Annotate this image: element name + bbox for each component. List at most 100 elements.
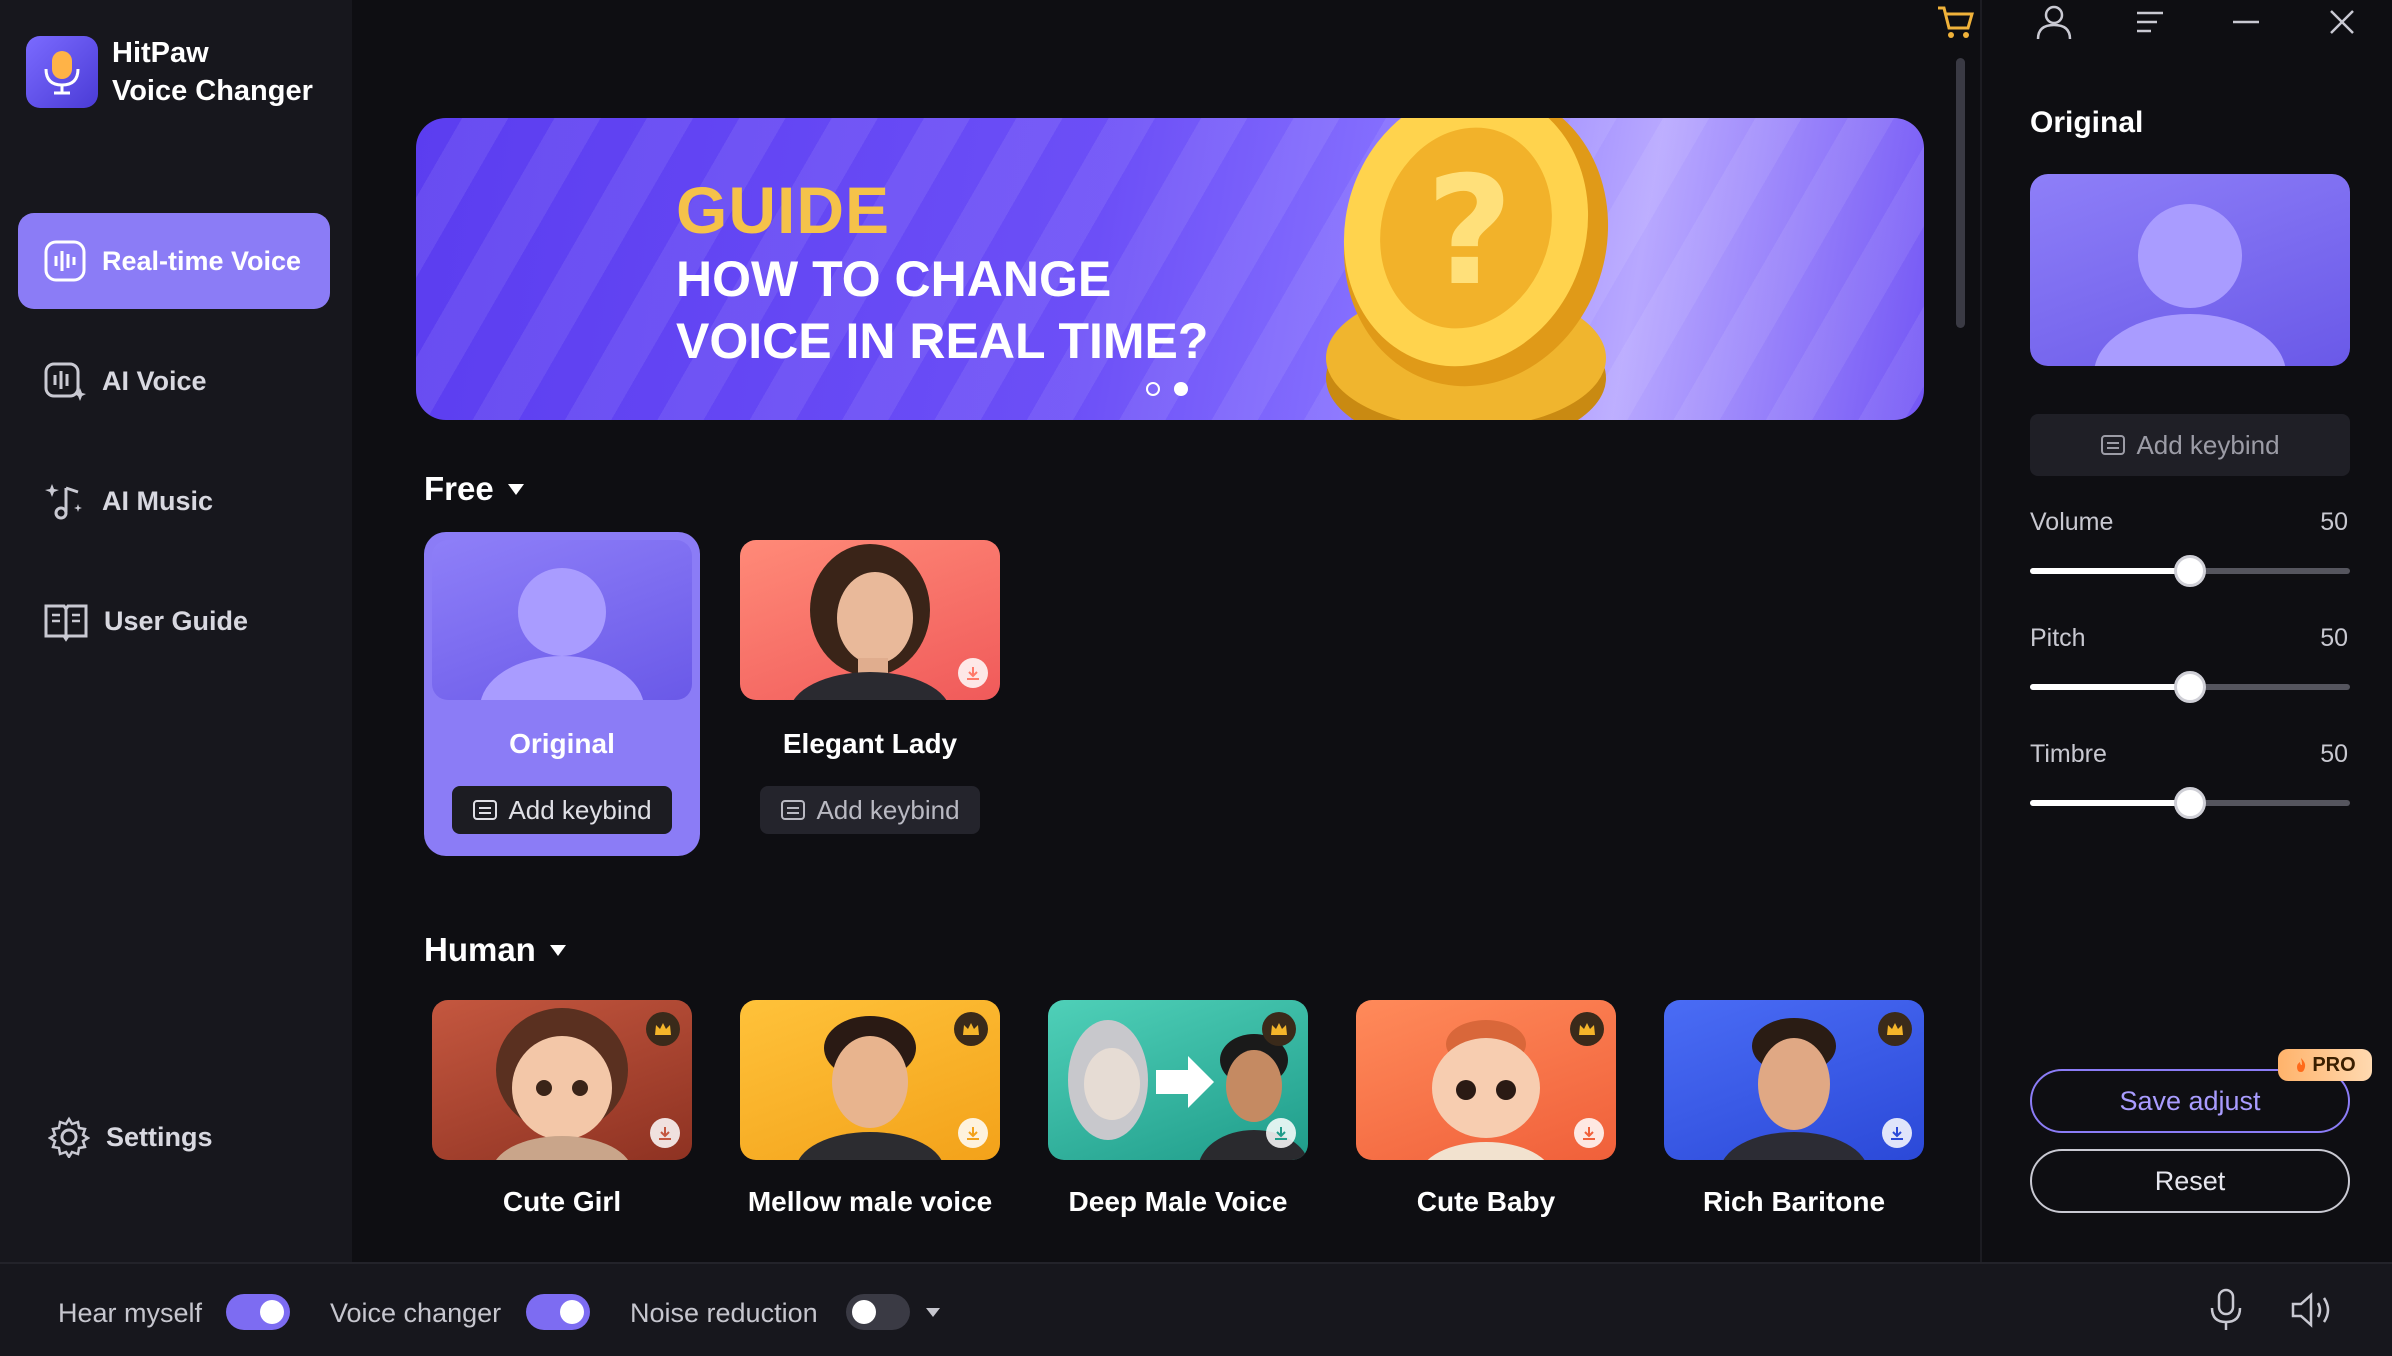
- hear-myself-toggle[interactable]: [226, 1294, 290, 1330]
- add-keybind-label: Add keybind: [816, 794, 960, 825]
- music-sparkle-icon: [45, 484, 82, 520]
- cart-button[interactable]: [1926, 0, 1986, 44]
- microphone-button[interactable]: [2208, 1288, 2244, 1337]
- app-name-line2: Voice Changer: [112, 75, 313, 107]
- banner-headline-line1: HOW TO CHANGE: [676, 251, 1112, 307]
- crown-icon: [1878, 1012, 1912, 1046]
- sidebar-item-label: User Guide: [104, 605, 249, 636]
- section-human-title: Human: [424, 931, 536, 968]
- book-icon: [44, 604, 88, 642]
- speaker-button[interactable]: [2290, 1290, 2338, 1335]
- voice-changer-label: Voice changer: [330, 1298, 502, 1328]
- guide-banner[interactable]: GUIDE HOW TO CHANGE VOICE IN REAL TIME? …: [416, 118, 1924, 420]
- download-icon[interactable]: [1882, 1118, 1912, 1148]
- banner-guide-label: GUIDE: [676, 173, 891, 247]
- volume-slider[interactable]: [2030, 555, 2350, 587]
- settings-label: Settings: [106, 1121, 213, 1152]
- voice-name: Elegant Lady: [782, 728, 958, 759]
- app-name: HitPaw Voice Changer: [112, 34, 313, 110]
- download-icon[interactable]: [1574, 1118, 1604, 1148]
- voice-card-original[interactable]: Original Add keybind: [424, 532, 700, 856]
- sidebar-item-label: AI Music: [102, 485, 214, 516]
- download-icon[interactable]: [650, 1118, 680, 1148]
- toggle-knob: [560, 1300, 584, 1324]
- pitch-slider-thumb[interactable]: [2174, 671, 2206, 703]
- section-free-toggle[interactable]: Free: [424, 470, 524, 508]
- noise-reduction-label: Noise reduction: [630, 1298, 818, 1328]
- timbre-slider-thumb[interactable]: [2174, 787, 2206, 819]
- voice-avatar: [740, 540, 1000, 700]
- default-avatar-icon: [480, 568, 644, 700]
- cart-icon: [1938, 6, 1974, 38]
- flame-icon: [2297, 1058, 2306, 1072]
- sidebar-item-user-guide[interactable]: User Guide: [18, 573, 330, 669]
- voice-avatar: [1048, 1000, 1308, 1160]
- microphone-icon: [2210, 1288, 2242, 1330]
- download-icon[interactable]: [1266, 1118, 1296, 1148]
- timbre-slider[interactable]: [2030, 787, 2350, 819]
- carousel-dot-1[interactable]: [1146, 382, 1160, 396]
- banner-headline-line2: VOICE IN REAL TIME?: [676, 313, 1209, 369]
- volume-label: Volume: [2030, 508, 2114, 536]
- voice-avatar: [1664, 1000, 1924, 1160]
- add-keybind-button[interactable]: Add keybind: [760, 786, 980, 834]
- panel-title: Original: [2030, 106, 2144, 139]
- settings-button[interactable]: Settings: [22, 1089, 334, 1185]
- download-icon[interactable]: [958, 1118, 988, 1148]
- timbre-label: Timbre: [2030, 740, 2107, 768]
- sidebar-item-real-time-voice[interactable]: Real-time Voice: [18, 213, 330, 309]
- volume-slider-thumb[interactable]: [2174, 555, 2206, 587]
- noise-reduction-dropdown-icon[interactable]: [926, 1308, 940, 1317]
- waveform-icon: [44, 240, 86, 282]
- voice-name: Rich Baritone: [1702, 1186, 1886, 1217]
- bottom-bar: Hear myself Voice changer Noise reductio…: [0, 1262, 2392, 1356]
- question-coin-icon: ?: [1326, 118, 1609, 420]
- pitch-value: 50: [2320, 624, 2348, 652]
- timbre-slider-fill: [2030, 800, 2190, 806]
- keyboard-icon: [781, 800, 806, 820]
- voice-name: Mellow male voice: [747, 1186, 993, 1217]
- pro-badge: PRO: [2278, 1049, 2372, 1081]
- voice-name: Cute Girl: [502, 1186, 622, 1217]
- reset-button[interactable]: Reset: [2030, 1149, 2350, 1213]
- speaker-icon: [2291, 1292, 2330, 1328]
- voice-changer-toggle[interactable]: [526, 1294, 590, 1330]
- download-icon[interactable]: [958, 658, 988, 688]
- section-human-toggle[interactable]: Human: [424, 931, 566, 969]
- timbre-value: 50: [2320, 740, 2348, 768]
- sidebar-item-label: Real-time Voice: [102, 245, 302, 276]
- panel-add-keybind-button[interactable]: Add keybind: [2030, 414, 2350, 476]
- pitch-label: Pitch: [2030, 624, 2086, 652]
- pitch-slider[interactable]: [2030, 671, 2350, 703]
- noise-reduction-toggle[interactable]: [846, 1294, 910, 1330]
- sidebar-item-ai-music[interactable]: AI Music: [18, 453, 330, 549]
- crown-icon: [954, 1012, 988, 1046]
- keyboard-icon: [473, 800, 498, 820]
- carousel-dot-2[interactable]: [1174, 382, 1188, 396]
- toggle-knob: [260, 1300, 284, 1324]
- voice-avatar: [432, 540, 692, 700]
- caret-down-icon: [507, 483, 524, 495]
- crown-icon: [646, 1012, 680, 1046]
- pitch-slider-fill: [2030, 684, 2190, 690]
- voice-avatar: [1356, 1000, 1616, 1160]
- voice-name: Original: [509, 728, 615, 759]
- app-name-line1: HitPaw: [112, 37, 209, 69]
- main-scrollbar[interactable]: [1956, 58, 1965, 328]
- voice-settings-panel: Original Add keybind Volume 50 Pitch 50 …: [1980, 0, 2392, 1262]
- sidebar-item-ai-voice[interactable]: AI Voice: [18, 333, 330, 429]
- volume-value: 50: [2320, 508, 2348, 536]
- hear-myself-label: Hear myself: [58, 1298, 203, 1328]
- volume-slider-fill: [2030, 568, 2190, 574]
- voice-name: Cute Baby: [1416, 1186, 1556, 1217]
- svg-text:?: ?: [1426, 145, 1513, 319]
- voice-name: Deep Male Voice: [1068, 1186, 1288, 1217]
- crown-icon: [1570, 1012, 1604, 1046]
- add-keybind-button[interactable]: Add keybind: [452, 786, 672, 834]
- keyboard-icon: [2101, 435, 2126, 455]
- app-logo-icon: [26, 36, 98, 108]
- add-keybind-label: Add keybind: [508, 794, 652, 825]
- gear-icon: [48, 1116, 90, 1158]
- app-brand: HitPaw Voice Changer: [26, 34, 313, 110]
- caret-down-icon: [549, 944, 566, 956]
